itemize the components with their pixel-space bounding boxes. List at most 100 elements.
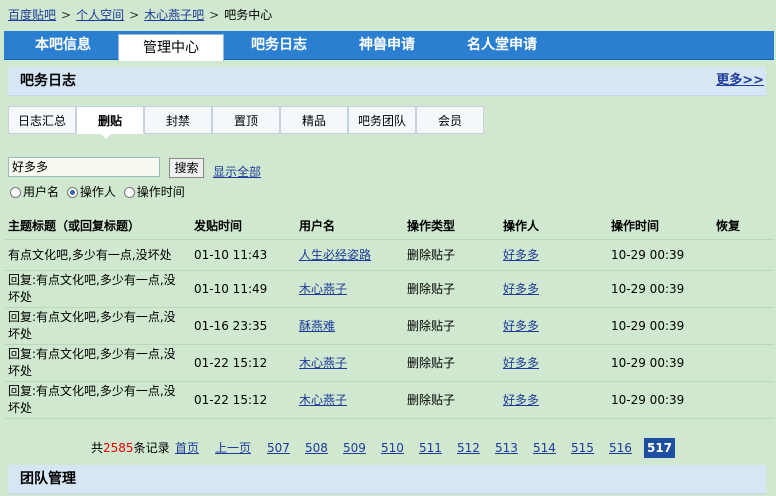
radio-label-operator: 操作人	[79, 185, 116, 199]
table-row: 回复:有点文化吧,多少有一点,没坏处 01-22 15:12 木心燕子 删除贴子…	[4, 381, 774, 419]
table-row: 回复:有点文化吧,多少有一点,没坏处 01-16 23:35 酥燕难 删除贴子 …	[4, 307, 774, 345]
page-link[interactable]: 514	[533, 438, 556, 458]
cell-restore[interactable]	[712, 270, 774, 308]
tab-admin-log[interactable]: 吧务日志	[226, 31, 332, 59]
cell-restore[interactable]	[712, 239, 774, 271]
table-row: 回复:有点文化吧,多少有一点,没坏处 01-22 15:12 木心燕子 删除贴子…	[4, 344, 774, 382]
tab-beast-apply[interactable]: 神兽申请	[334, 31, 440, 59]
subtab-summary[interactable]: 日志汇总	[8, 106, 76, 134]
cell-operator-link[interactable]: 好多多	[503, 319, 539, 333]
more-link[interactable]: 更多>>	[716, 67, 764, 95]
radio-username[interactable]	[10, 187, 21, 198]
page-link[interactable]: 516	[609, 438, 632, 458]
header-operation-time: 操作时间	[607, 211, 712, 240]
cell-title: 回复:有点文化吧,多少有一点,没坏处	[4, 307, 190, 345]
cell-restore[interactable]	[712, 381, 774, 419]
breadcrumb-tieba[interactable]: 百度贴吧	[8, 8, 56, 22]
cell-restore[interactable]	[712, 344, 774, 382]
tab-forum-info[interactable]: 本吧信息	[10, 31, 116, 59]
record-count-prefix: 共	[91, 441, 104, 455]
tab-hall-of-fame-apply[interactable]: 名人堂申请	[442, 31, 562, 59]
table-header-row: 主题标题（或回复标题） 发贴时间 用户名 操作类型 操作人 操作时间 恢复	[4, 211, 774, 240]
cell-operation-time: 10-29 00:39	[607, 270, 712, 308]
radio-operator[interactable]	[66, 187, 78, 198]
radio-label-operation-time: 操作时间	[136, 185, 185, 199]
cell-operation-type: 删除贴子	[403, 239, 499, 271]
page-link[interactable]: 512	[457, 438, 480, 458]
header-operation-type: 操作类型	[403, 211, 499, 240]
record-count-suffix: 条记录	[133, 441, 170, 455]
record-count: 共2585条记录	[91, 438, 170, 458]
cell-restore[interactable]	[712, 307, 774, 345]
page-link[interactable]: 509	[343, 438, 366, 458]
current-page: 517	[644, 438, 675, 458]
header-restore: 恢复	[712, 211, 774, 240]
radio-option-username[interactable]: 用户名	[10, 185, 59, 199]
radio-label-username: 用户名	[23, 185, 60, 199]
cell-operation-type: 删除贴子	[403, 270, 499, 308]
radio-operation-time[interactable]	[123, 187, 135, 198]
search-button[interactable]: 搜索	[169, 158, 204, 178]
team-section-title: 团队管理	[20, 471, 76, 487]
page-link[interactable]: 507	[267, 438, 290, 458]
cell-username-link[interactable]: 酥燕难	[299, 319, 335, 333]
header-post-time: 发贴时间	[190, 211, 295, 240]
radio-option-operator[interactable]: 操作人	[66, 185, 116, 199]
cell-operation-type: 删除贴子	[403, 344, 499, 382]
subtab-members[interactable]: 会员	[416, 106, 484, 134]
pagination: 共2585条记录 首页 上一页 507 508 509 510 511 512 …	[0, 438, 776, 458]
cell-operator-link[interactable]: 好多多	[503, 356, 539, 370]
cell-username-link[interactable]: 人生必经姿路	[299, 248, 371, 262]
cell-username-link[interactable]: 木心燕子	[299, 282, 347, 296]
cell-post-time: 01-22 15:12	[190, 381, 295, 419]
cell-username-link[interactable]: 木心燕子	[299, 356, 347, 370]
cell-operation-time: 10-29 00:39	[607, 239, 712, 271]
subtab-pin[interactable]: 置顶	[212, 106, 280, 134]
page-link[interactable]: 511	[419, 438, 442, 458]
cell-title: 回复:有点文化吧,多少有一点,没坏处	[4, 270, 190, 308]
subtab-featured[interactable]: 精品	[280, 106, 348, 134]
cell-post-time: 01-10 11:43	[190, 239, 295, 271]
cell-operation-type: 删除贴子	[403, 381, 499, 419]
prev-page-link[interactable]: 上一页	[215, 438, 251, 458]
deleted-posts-table: 主题标题（或回复标题） 发贴时间 用户名 操作类型 操作人 操作时间 恢复 有点…	[4, 211, 774, 419]
header-title: 主题标题（或回复标题）	[4, 211, 190, 240]
cell-post-time: 01-16 23:35	[190, 307, 295, 345]
table-row: 有点文化吧,多少有一点,没坏处 01-10 11:43 人生必经姿路 删除贴子 …	[4, 239, 774, 271]
record-count-number: 2585	[103, 441, 134, 455]
cell-operator-link[interactable]: 好多多	[503, 393, 539, 407]
tab-management-center[interactable]: 管理中心	[118, 34, 224, 61]
subtab-ban[interactable]: 封禁	[144, 106, 212, 134]
breadcrumb-separator: >	[209, 8, 220, 22]
page-link[interactable]: 508	[305, 438, 328, 458]
breadcrumb-current: 吧务中心	[224, 8, 273, 22]
subtab-admin-team[interactable]: 吧务团队	[348, 106, 416, 134]
cell-title: 有点文化吧,多少有一点,没坏处	[4, 239, 190, 271]
cell-username-link[interactable]: 木心燕子	[299, 393, 347, 407]
cell-title: 回复:有点文化吧,多少有一点,没坏处	[4, 381, 190, 419]
radio-option-operation-time[interactable]: 操作时间	[123, 185, 185, 199]
breadcrumb-forum[interactable]: 木心燕子吧	[144, 8, 204, 22]
breadcrumb: 百度贴吧 > 个人空间 > 木心燕子吧 > 吧务中心	[8, 6, 272, 24]
log-section-header: 吧务日志 更多>>	[8, 67, 766, 96]
main-nav: 本吧信息 管理中心 吧务日志 神兽申请 名人堂申请	[4, 31, 774, 61]
show-all-link[interactable]: 显示全部	[213, 163, 261, 180]
first-page-link[interactable]: 首页	[175, 438, 199, 458]
header-operator: 操作人	[499, 211, 607, 240]
cell-operation-time: 10-29 00:39	[607, 344, 712, 382]
search-type-radios: 用户名 操作人 操作时间	[10, 184, 189, 200]
page-link[interactable]: 510	[381, 438, 404, 458]
page-link[interactable]: 513	[495, 438, 518, 458]
table-row: 回复:有点文化吧,多少有一点,没坏处 01-10 11:49 木心燕子 删除贴子…	[4, 270, 774, 308]
cell-post-time: 01-22 15:12	[190, 344, 295, 382]
breadcrumb-separator: >	[129, 8, 140, 22]
cell-operator-link[interactable]: 好多多	[503, 248, 539, 262]
search-input[interactable]: 好多多	[8, 157, 160, 177]
breadcrumb-personal-space[interactable]: 个人空间	[76, 8, 124, 22]
cell-operation-type: 删除贴子	[403, 307, 499, 345]
breadcrumb-separator: >	[61, 8, 72, 22]
cell-operator-link[interactable]: 好多多	[503, 282, 539, 296]
active-tab-caret-icon	[100, 133, 112, 139]
page-link[interactable]: 515	[571, 438, 594, 458]
subtab-delete-posts[interactable]: 删贴	[76, 106, 144, 134]
